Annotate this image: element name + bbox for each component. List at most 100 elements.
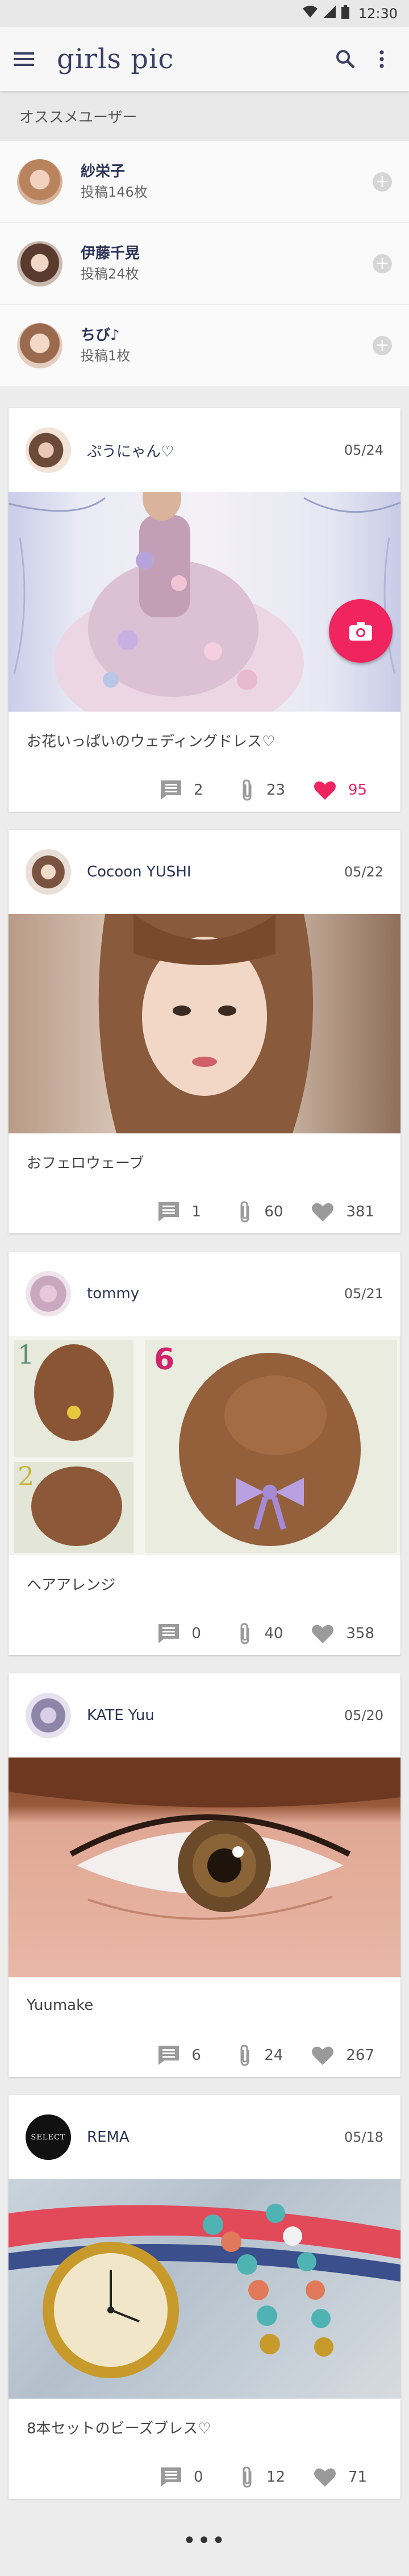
- recommended-users-list: 紗栄子 投稿146枚 + 伊藤千晃 投稿24枚 + ちび♪ 投稿1枚 +: [0, 141, 409, 387]
- like-count: 95: [348, 782, 368, 799]
- post-username[interactable]: Cocoon YUSHI: [87, 863, 344, 880]
- avatar: [26, 849, 71, 895]
- more-vert-icon[interactable]: [368, 45, 395, 73]
- post-date: 05/22: [344, 864, 383, 880]
- comment-button[interactable]: 1: [158, 1202, 218, 1221]
- rema-logo: SELECT: [31, 2133, 66, 2142]
- post-caption: ヘアアレンジ: [27, 1576, 116, 1594]
- post-caption: Yuumake: [27, 1997, 94, 2014]
- avatar: SELECT: [26, 2114, 71, 2160]
- like-button[interactable]: 267: [312, 2046, 374, 2065]
- post-username[interactable]: tommy: [87, 1285, 344, 1302]
- comment-count: 2: [194, 782, 203, 799]
- signal-icon: [323, 6, 336, 22]
- user-row[interactable]: 紗栄子 投稿146枚 +: [0, 141, 409, 223]
- comment-count: 1: [191, 1203, 201, 1220]
- paperclip-icon: [241, 779, 254, 801]
- step-label: 1: [18, 1339, 35, 1370]
- user-name: 伊藤千晃: [81, 244, 140, 262]
- post-date: 05/21: [344, 1286, 383, 1302]
- clip-button[interactable]: 12: [241, 2466, 293, 2488]
- app-title: girls pic: [57, 43, 174, 75]
- battery-icon: [341, 5, 349, 22]
- clip-count: 60: [264, 1203, 283, 1220]
- avatar: [17, 240, 62, 286]
- camera-fab-button[interactable]: [329, 599, 393, 663]
- clip-button[interactable]: 24: [239, 2044, 290, 2067]
- post-username[interactable]: ぷうにゃん♡: [87, 440, 344, 461]
- menu-icon[interactable]: [14, 51, 34, 67]
- user-row[interactable]: ちび♪ 投稿1枚 +: [0, 305, 409, 387]
- post-actions: 2 23 95: [9, 768, 400, 812]
- recommended-users-header: オススメユーザー: [0, 91, 409, 141]
- post-image[interactable]: [9, 492, 400, 712]
- comment-button[interactable]: 0: [161, 2467, 220, 2487]
- avatar: [26, 1271, 71, 1316]
- paperclip-icon: [239, 1622, 252, 1645]
- comment-count: 0: [194, 2469, 203, 2486]
- clip-count: 40: [264, 1625, 283, 1642]
- like-button[interactable]: 358: [312, 1624, 374, 1643]
- comment-icon: [158, 2046, 180, 2065]
- comment-icon: [161, 780, 181, 800]
- like-count: 267: [346, 2047, 374, 2064]
- search-icon[interactable]: [332, 45, 359, 73]
- user-row[interactable]: 伊藤千晃 投稿24枚 +: [0, 223, 409, 305]
- post-image[interactable]: [9, 2179, 400, 2399]
- post-card[interactable]: ぷうにゃん♡ 05/24 お花いっぱいのウェディングドレス♡ 2 23 95: [9, 408, 400, 812]
- comment-icon: [158, 1202, 180, 1221]
- user-post-count: 投稿146枚: [81, 184, 148, 200]
- post-image[interactable]: 1 2 6: [9, 1336, 400, 1555]
- like-button[interactable]: 95: [314, 780, 374, 800]
- post-date: 05/20: [344, 1707, 383, 1723]
- comment-button[interactable]: 6: [158, 2046, 218, 2065]
- user-post-count: 投稿24枚: [81, 265, 139, 282]
- user-post-count: 投稿1枚: [81, 348, 131, 364]
- post-image[interactable]: [9, 914, 400, 1133]
- post-username[interactable]: KATE Yuu: [87, 1707, 344, 1724]
- post-date: 05/24: [344, 442, 383, 458]
- clip-button[interactable]: 23: [241, 779, 293, 801]
- like-count: 71: [348, 2469, 368, 2486]
- clip-button[interactable]: 60: [239, 1200, 290, 1223]
- post-caption: おフェロウェーブ: [27, 1154, 144, 1172]
- paperclip-icon: [241, 2466, 254, 2488]
- heart-icon: [312, 2046, 334, 2065]
- follow-add-button[interactable]: +: [373, 336, 392, 355]
- post-username[interactable]: REMA: [87, 2129, 344, 2146]
- follow-add-button[interactable]: +: [373, 172, 392, 192]
- post-card[interactable]: tommy 05/21 1 2 6 ヘアアレンジ 0 40 358: [9, 1252, 400, 1655]
- avatar: [17, 323, 62, 368]
- status-time: 12:30: [358, 6, 398, 22]
- like-button[interactable]: 71: [314, 2467, 374, 2487]
- like-button[interactable]: 381: [312, 1202, 374, 1221]
- comment-icon: [161, 2467, 181, 2487]
- like-count: 358: [346, 1625, 374, 1642]
- step-label: 2: [18, 1461, 35, 1491]
- post-card[interactable]: KATE Yuu 05/20 Yuumake 6 24 267: [9, 1673, 400, 2077]
- paperclip-icon: [239, 2044, 252, 2067]
- post-card[interactable]: SELECT REMA 05/18 8本セットのビーズブレス♡ 0 12 71: [9, 2095, 400, 2499]
- comment-button[interactable]: 0: [158, 1624, 218, 1643]
- avatar: [26, 427, 71, 473]
- post-actions: 1 60 381: [9, 1190, 400, 1233]
- clip-count: 23: [266, 782, 286, 799]
- comment-count: 0: [191, 1625, 201, 1642]
- comment-button[interactable]: 2: [161, 780, 220, 800]
- post-date: 05/18: [344, 2129, 383, 2145]
- like-count: 381: [346, 1203, 374, 1220]
- clip-button[interactable]: 40: [239, 1622, 290, 1645]
- camera-icon: [349, 622, 372, 641]
- follow-add-button[interactable]: +: [373, 254, 392, 273]
- clip-count: 12: [266, 2469, 286, 2486]
- app-bar: girls pic: [0, 27, 409, 91]
- heart-icon: [314, 2467, 336, 2487]
- load-more-button[interactable]: •••: [0, 2524, 409, 2558]
- user-name: ちび♪: [81, 327, 120, 344]
- heart-icon: [312, 1202, 334, 1221]
- heart-icon: [312, 1624, 334, 1643]
- post-image[interactable]: [9, 1758, 400, 1977]
- post-actions: 0 12 71: [9, 2455, 400, 2499]
- user-name: 紗栄子: [81, 163, 126, 180]
- post-card[interactable]: Cocoon YUSHI 05/22 おフェロウェーブ 1 60 381: [9, 830, 400, 1233]
